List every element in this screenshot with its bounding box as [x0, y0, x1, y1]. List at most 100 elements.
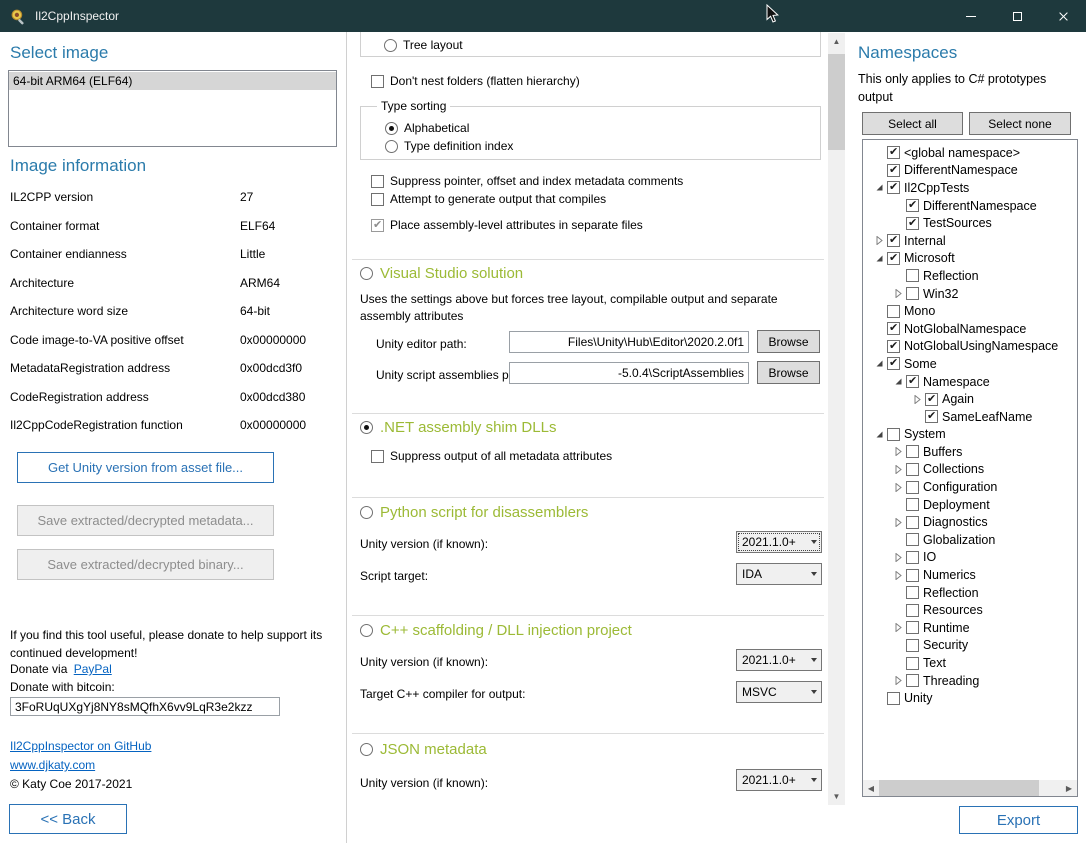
json-unity-version-select[interactable]: 2021.1.0+ [736, 769, 822, 791]
namespace-checkbox[interactable] [906, 269, 919, 282]
website-link[interactable]: www.djkaty.com [10, 758, 95, 772]
namespace-checkbox[interactable] [906, 516, 919, 529]
namespace-checkbox[interactable] [906, 657, 919, 670]
expand-arrow-icon[interactable] [890, 676, 906, 685]
scroll-right-arrow-icon[interactable]: ▶ [1061, 780, 1077, 796]
image-list-item[interactable]: 64-bit ARM64 (ELF64) [9, 72, 336, 90]
visual-studio-option[interactable]: Visual Studio solution [360, 265, 523, 282]
tree-layout-radio[interactable]: Tree layout [384, 38, 463, 52]
browse-editor-path-button[interactable]: Browse [757, 330, 820, 353]
namespace-item-buffers[interactable]: Buffers [863, 443, 1077, 461]
namespace-checkbox[interactable] [906, 217, 919, 230]
collapse-arrow-icon[interactable] [871, 254, 887, 263]
namespace-item-some[interactable]: Some [863, 355, 1077, 373]
namespace-item-internal[interactable]: Internal [863, 232, 1077, 250]
cpp-project-option[interactable]: C++ scaffolding / DLL injection project [360, 622, 632, 639]
expand-arrow-icon[interactable] [890, 289, 906, 298]
namespace-checkbox[interactable] [887, 692, 900, 705]
namespace-item-notglobalnamespace[interactable]: NotGlobalNamespace [863, 320, 1077, 338]
namespace-checkbox[interactable] [906, 287, 919, 300]
scroll-left-arrow-icon[interactable]: ◀ [863, 780, 879, 796]
type-definition-index-radio[interactable]: Type definition index [385, 139, 513, 153]
expand-arrow-icon[interactable] [890, 553, 906, 562]
namespace-checkbox[interactable] [906, 445, 919, 458]
namespace-item-diagnostics[interactable]: Diagnostics [863, 513, 1077, 531]
select-none-button[interactable]: Select none [969, 112, 1071, 135]
attempt-compile-checkbox[interactable]: Attempt to generate output that compiles [371, 192, 606, 206]
namespace-item-notglobalusingnamespace[interactable]: NotGlobalUsingNamespace [863, 338, 1077, 356]
namespace-item-sameleafname[interactable]: SameLeafName [863, 408, 1077, 426]
browse-assemblies-path-button[interactable]: Browse [757, 361, 820, 384]
python-script-option[interactable]: Python script for disassemblers [360, 504, 588, 521]
expand-arrow-icon[interactable] [890, 483, 906, 492]
namespace-checkbox[interactable] [906, 199, 919, 212]
separate-attributes-checkbox[interactable]: Place assembly-level attributes in separ… [371, 218, 643, 232]
expand-arrow-icon[interactable] [890, 465, 906, 474]
namespace-item-namespace[interactable]: Namespace [863, 373, 1077, 391]
namespace-checkbox[interactable] [887, 322, 900, 335]
expand-arrow-icon[interactable] [890, 518, 906, 527]
namespace-checkbox[interactable] [887, 181, 900, 194]
namespace-checkbox[interactable] [906, 498, 919, 511]
namespace-item-differentnamespace[interactable]: DifferentNamespace [863, 197, 1077, 215]
namespace-item-runtime[interactable]: Runtime [863, 619, 1077, 637]
namespace-checkbox[interactable] [925, 410, 938, 423]
collapse-arrow-icon[interactable] [871, 430, 887, 439]
back-button[interactable]: << Back [9, 804, 127, 834]
image-listbox[interactable]: 64-bit ARM64 (ELF64) [8, 70, 337, 147]
namespace-item-threading[interactable]: Threading [863, 672, 1077, 690]
namespace-item-resources[interactable]: Resources [863, 601, 1077, 619]
namespace-item-numerics[interactable]: Numerics [863, 566, 1077, 584]
namespace-checkbox[interactable] [906, 586, 919, 599]
namespace-item-again[interactable]: Again [863, 390, 1077, 408]
unity-editor-path-input[interactable]: Files\Unity\Hub\Editor\2020.2.0f1 [509, 331, 749, 353]
namespace-item-io[interactable]: IO [863, 549, 1077, 567]
namespace-checkbox[interactable] [906, 551, 919, 564]
namespace-checkbox[interactable] [887, 305, 900, 318]
namespace-item-globalization[interactable]: Globalization [863, 531, 1077, 549]
maximize-button[interactable] [994, 0, 1040, 32]
namespace-checkbox[interactable] [887, 164, 900, 177]
namespace-checkbox[interactable] [887, 252, 900, 265]
namespace-item-configuration[interactable]: Configuration [863, 478, 1077, 496]
namespace-item-reflection[interactable]: Reflection [863, 267, 1077, 285]
namespace-checkbox[interactable] [906, 463, 919, 476]
shim-dlls-option[interactable]: .NET assembly shim DLLs [360, 419, 556, 436]
expand-arrow-icon[interactable] [871, 236, 887, 245]
minimize-button[interactable] [948, 0, 994, 32]
json-metadata-option[interactable]: JSON metadata [360, 741, 487, 758]
namespace-item-global-namespace[interactable]: <global namespace> [863, 144, 1077, 162]
namespace-item-collections[interactable]: Collections [863, 461, 1077, 479]
collapse-arrow-icon[interactable] [890, 377, 906, 386]
namespace-checkbox[interactable] [887, 234, 900, 247]
script-assemblies-path-input[interactable]: -5.0.4\ScriptAssemblies [509, 362, 749, 384]
namespace-item-differentnamespace[interactable]: DifferentNamespace [863, 162, 1077, 180]
namespace-checkbox[interactable] [906, 533, 919, 546]
expand-arrow-icon[interactable] [890, 571, 906, 580]
github-link[interactable]: Il2CppInspector on GitHub [10, 739, 151, 753]
namespace-checkbox[interactable] [906, 569, 919, 582]
namespace-checkbox[interactable] [906, 621, 919, 634]
namespace-item-security[interactable]: Security [863, 637, 1077, 655]
expand-arrow-icon[interactable] [909, 395, 925, 404]
output-panel-scrollbar[interactable]: ▲ ▼ [828, 33, 845, 805]
namespace-item-microsoft[interactable]: Microsoft [863, 250, 1077, 268]
namespace-item-deployment[interactable]: Deployment [863, 496, 1077, 514]
alphabetical-radio[interactable]: Alphabetical [385, 121, 469, 135]
paypal-link[interactable]: PayPal [74, 662, 112, 676]
get-unity-version-button[interactable]: Get Unity version from asset file... [17, 452, 274, 483]
namespace-checkbox[interactable] [887, 340, 900, 353]
scroll-up-arrow-icon[interactable]: ▲ [828, 33, 845, 50]
script-target-select[interactable]: IDA [736, 563, 822, 585]
suppress-comments-checkbox[interactable]: Suppress pointer, offset and index metad… [371, 174, 683, 188]
namespace-checkbox[interactable] [887, 428, 900, 441]
namespace-item-il2cpptests[interactable]: Il2CppTests [863, 179, 1077, 197]
namespace-checkbox[interactable] [906, 604, 919, 617]
suppress-attributes-checkbox[interactable]: Suppress output of all metadata attribut… [371, 449, 612, 463]
namespaces-horizontal-scrollbar[interactable]: ◀ ▶ [863, 780, 1077, 796]
bitcoin-address-input[interactable]: 3FoRUqUXgYj8NY8sMQfhX6vv9LqR3e2kzz [10, 697, 280, 716]
flatten-hierarchy-checkbox[interactable]: Don't nest folders (flatten hierarchy) [371, 74, 580, 88]
cpp-compiler-select[interactable]: MSVC [736, 681, 822, 703]
export-button[interactable]: Export [959, 806, 1078, 834]
namespace-checkbox[interactable] [906, 639, 919, 652]
